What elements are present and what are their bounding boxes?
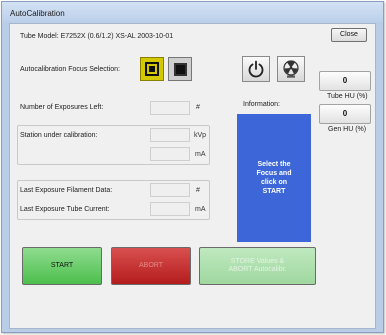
tube-model-text: Tube Model: E7252X (0.6/1.2) XS-AL 2003-… <box>20 33 174 40</box>
start-button-label: START <box>50 262 74 269</box>
tube-current-label: Last Exposure Tube Current: <box>20 206 110 213</box>
tube-hu-gauge: 0 <box>319 71 371 91</box>
tube-hu-label: Tube HU (%) <box>327 93 368 100</box>
exposures-unit: # <box>196 104 200 111</box>
ma-unit: mA <box>195 151 206 158</box>
power-icon <box>248 60 264 78</box>
filament-data-field <box>150 183 190 197</box>
exposures-left-label: Number of Exposures Left: <box>20 104 104 111</box>
window-title: AutoCalibration <box>10 9 65 18</box>
radiation-tube-icon <box>283 60 299 78</box>
information-label: Information: <box>243 101 280 108</box>
large-focus-icon <box>145 62 159 76</box>
store-abort-button[interactable]: STORE Values & ABORT Autocalibr. <box>199 247 316 285</box>
filament-unit: # <box>196 187 200 194</box>
information-panel: Select the Focus and click on START <box>237 114 311 242</box>
filament-data-label: Last Exposure Filament Data: <box>20 187 113 194</box>
focus-selection-label: Autocalibration Focus Selection: <box>20 66 120 73</box>
abort-button-label: ABORT <box>139 262 163 269</box>
station-kvp-field <box>150 128 190 142</box>
store-button-label: STORE Values & ABORT Autocalibr. <box>228 258 287 273</box>
tube-current-field <box>150 202 190 216</box>
large-focus-button[interactable] <box>140 57 164 81</box>
title-bar[interactable]: AutoCalibration <box>2 2 383 22</box>
gen-hu-label: Gen HU (%) <box>328 126 367 133</box>
station-ma-field <box>150 147 190 161</box>
exposures-left-field <box>150 101 190 115</box>
abort-button[interactable]: ABORT <box>111 247 191 285</box>
start-button[interactable]: START <box>22 247 102 285</box>
autocalibration-window: AutoCalibration Tube Model: E7252X (0.6/… <box>1 1 384 333</box>
gen-hu-gauge: 0 <box>319 104 371 124</box>
information-message: Select the Focus and click on START <box>256 161 292 195</box>
power-button[interactable] <box>242 56 270 82</box>
kvp-unit: kVp <box>194 132 207 139</box>
small-focus-button[interactable] <box>168 57 192 81</box>
close-button[interactable]: Close <box>331 28 367 42</box>
small-focus-icon <box>173 62 187 76</box>
radiation-button[interactable] <box>277 56 305 82</box>
client-area: Tube Model: E7252X (0.6/1.2) XS-AL 2003-… <box>9 23 376 329</box>
tube-current-unit: mA <box>195 206 206 213</box>
station-label: Station under calibration: <box>20 132 98 139</box>
